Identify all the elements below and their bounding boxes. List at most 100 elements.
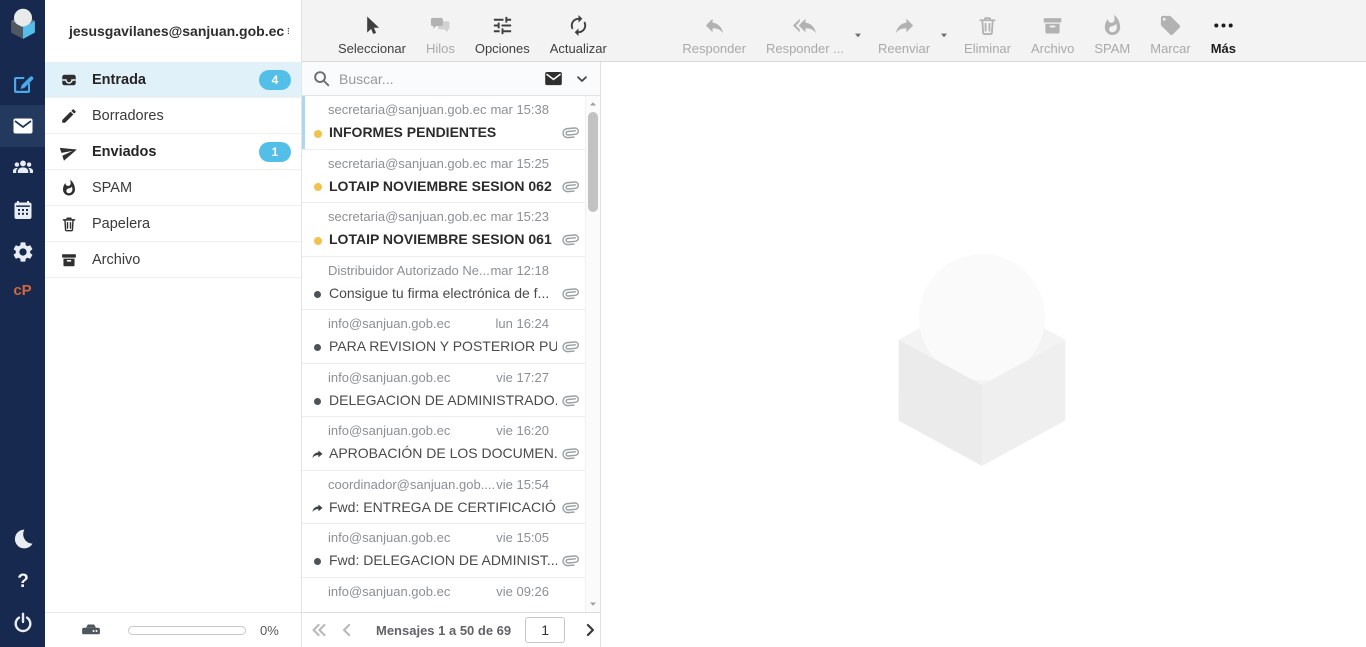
pagination-label: Mensajes 1 a 50 de 69 <box>376 623 511 638</box>
sidebar-item-archivo[interactable]: Archivo <box>45 242 301 278</box>
message-subject: PARA REVISION Y POSTERIOR PU... <box>329 338 557 354</box>
trash-icon <box>60 215 78 233</box>
message-row[interactable]: Distribuidor Autorizado Ne...mar 12:18Co… <box>302 257 585 311</box>
paperclip-icon <box>557 494 582 519</box>
archive-icon <box>60 251 78 269</box>
rail-contacts-button[interactable] <box>0 147 45 189</box>
message-subject: Fwd: ENTREGA DE CERTIFICACIÓ... <box>329 499 557 515</box>
message-row[interactable]: info@sanjuan.gob.ecvie 09:26 <box>302 578 585 613</box>
message-subject: Fwd: DELEGACION DE ADMINIST... <box>329 552 557 568</box>
sidebar-item-spam[interactable]: SPAM <box>45 170 301 206</box>
message-row[interactable]: secretaria@sanjuan.gob.ecmar 15:38INFORM… <box>302 96 585 150</box>
message-row[interactable]: secretaria@sanjuan.gob.ecmar 15:23LOTAIP… <box>302 203 585 257</box>
read-dot-icon <box>310 287 325 302</box>
toolbar-reply-all-button[interactable]: Responder ... <box>756 5 854 56</box>
reply-all-icon <box>793 14 816 37</box>
chevron-down-icon[interactable] <box>574 71 590 87</box>
toolbar-button-label: Responder <box>682 41 746 56</box>
unread-dot-icon <box>310 233 325 248</box>
caret-down-icon[interactable] <box>850 27 866 43</box>
sidebar-item-borradores[interactable]: Borradores <box>45 98 301 134</box>
rail-mail-button[interactable] <box>0 105 45 147</box>
scroll-up-icon[interactable] <box>586 98 600 110</box>
envelope-icon <box>11 114 35 138</box>
message-list: secretaria@sanjuan.gob.ecmar 15:38INFORM… <box>302 96 585 612</box>
flame-icon <box>60 179 78 197</box>
message-sender: info@sanjuan.gob.ec <box>328 370 450 385</box>
rail-compose-button[interactable] <box>0 63 45 105</box>
toolbar-tune-button[interactable]: Opciones <box>465 5 540 56</box>
rail-settings-button[interactable] <box>0 231 45 273</box>
tag-icon <box>1159 14 1182 37</box>
toolbar-button-label: Archivo <box>1031 41 1074 56</box>
plane-icon <box>60 143 78 161</box>
toolbar-button-label: Eliminar <box>964 41 1011 56</box>
next-page-button[interactable] <box>579 620 601 640</box>
message-row[interactable]: info@sanjuan.gob.ecvie 17:27DELEGACION D… <box>302 364 585 418</box>
scrollbar-thumb[interactable] <box>588 112 598 212</box>
message-row[interactable]: coordinador@sanjuan.gob....vie 15:54Fwd:… <box>302 471 585 525</box>
message-sender: info@sanjuan.gob.ec <box>328 584 450 599</box>
message-row[interactable]: secretaria@sanjuan.gob.ecmar 15:25LOTAIP… <box>302 150 585 204</box>
message-row[interactable]: info@sanjuan.gob.ecvie 15:05Fwd: DELEGAC… <box>302 524 585 578</box>
toolbar-button-label: Responder ... <box>766 41 844 56</box>
toolbar-archive-button[interactable]: Archivo <box>1021 5 1084 56</box>
toolbar-trash-button[interactable]: Eliminar <box>954 5 1021 56</box>
message-subject: LOTAIP NOVIEMBRE SESION 061 <box>329 231 557 247</box>
forwarded-icon <box>310 447 325 462</box>
toolbar-chat-button[interactable]: Hilos <box>416 5 465 56</box>
forwarded-icon <box>310 501 325 516</box>
message-date: lun 16:24 <box>496 316 550 331</box>
rail-dark-mode-button[interactable] <box>0 518 45 560</box>
message-sender: info@sanjuan.gob.ec <box>328 530 450 545</box>
sidebar-item-enviados[interactable]: Enviados1 <box>45 134 301 170</box>
sidebar-item-papelera[interactable]: Papelera <box>45 206 301 242</box>
webmail-app: cP ? jesusgavilanes@sanjuan.gob.ec Entra… <box>0 0 1366 647</box>
scroll-down-icon[interactable] <box>586 598 600 610</box>
toolbar-button-label: SPAM <box>1094 41 1130 56</box>
toolbar-reply-button[interactable]: Responder <box>672 5 756 56</box>
message-subject: INFORMES PENDIENTES <box>329 124 557 140</box>
rail-calendar-button[interactable] <box>0 189 45 231</box>
kebab-menu-icon[interactable] <box>284 21 293 41</box>
refresh-icon <box>567 14 590 37</box>
toolbar-ellipsis-button[interactable]: Más <box>1201 5 1246 56</box>
read-dot-icon <box>310 554 325 569</box>
toolbar-cursor-button[interactable]: Seleccionar <box>328 5 416 56</box>
read-dot-icon <box>310 394 325 409</box>
question-icon: ? <box>11 569 35 593</box>
toolbar-refresh-button[interactable]: Actualizar <box>540 5 617 56</box>
quota-percent: 0% <box>260 623 279 638</box>
source-envelope-icon[interactable] <box>543 68 564 89</box>
forward-icon <box>893 14 916 37</box>
toolbar-forward-button[interactable]: Reenviar <box>868 5 940 56</box>
compose-icon <box>11 72 35 96</box>
rail-logout-button[interactable] <box>0 602 45 644</box>
search-input[interactable] <box>339 71 543 87</box>
people-icon <box>11 156 35 180</box>
paperclip-icon <box>557 173 582 198</box>
account-header: jesusgavilanes@sanjuan.gob.ec <box>45 0 301 62</box>
message-date: mar 12:18 <box>490 263 549 278</box>
cpanel-icon: cP <box>13 282 31 299</box>
toolbar-tag-button[interactable]: Marcar <box>1140 5 1200 56</box>
pencil-icon <box>60 107 78 125</box>
search-bar <box>302 62 600 96</box>
rail-help-button[interactable]: ? <box>0 560 45 602</box>
trash-icon <box>976 14 999 37</box>
quota-bar: 0% <box>45 612 301 647</box>
message-row[interactable]: info@sanjuan.gob.eclun 16:24PARA REVISIO… <box>302 310 585 364</box>
page-number-input[interactable] <box>525 617 565 643</box>
message-subject: LOTAIP NOVIEMBRE SESION 062 <box>329 178 557 194</box>
sidebar-item-entrada[interactable]: Entrada4 <box>45 62 301 98</box>
app-logo-icon[interactable] <box>0 0 45 46</box>
quota-progress <box>128 626 246 635</box>
toolbar-flame-button[interactable]: SPAM <box>1084 5 1140 56</box>
previous-page-button[interactable] <box>336 620 358 640</box>
folder-list: Entrada4BorradoresEnviados1SPAMPapeleraA… <box>45 62 301 278</box>
rail-cpanel-button[interactable]: cP <box>0 273 45 307</box>
message-row[interactable]: info@sanjuan.gob.ecvie 16:20APROBACIÓN D… <box>302 417 585 471</box>
first-page-button[interactable] <box>308 620 330 640</box>
caret-down-icon[interactable] <box>936 27 952 43</box>
unread-count-badge: 1 <box>259 142 291 162</box>
